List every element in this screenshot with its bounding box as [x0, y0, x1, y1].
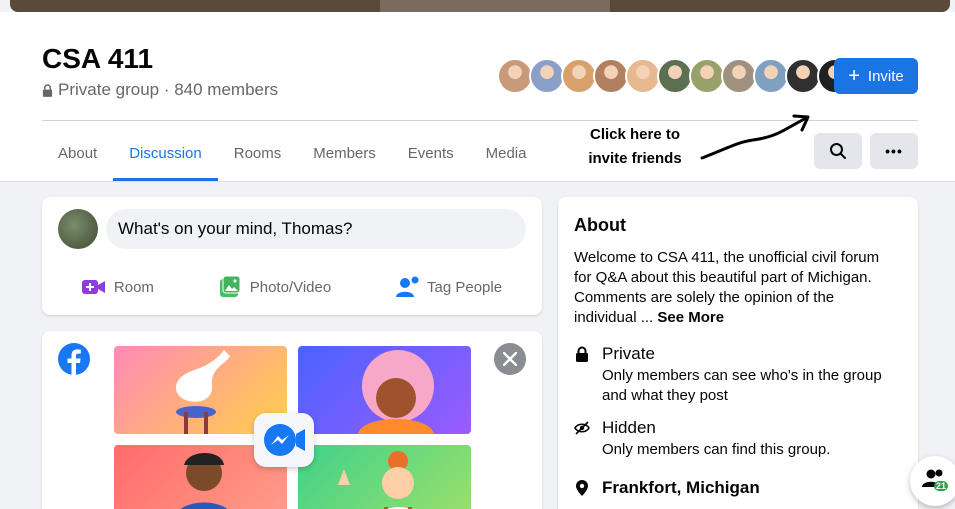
lock-icon — [576, 346, 588, 362]
privacy-title: Private — [602, 344, 655, 363]
annotation-line-1: Click here to — [589, 126, 681, 143]
member-avatars[interactable] — [497, 58, 853, 94]
about-heading: About — [574, 215, 626, 235]
member-avatar[interactable] — [785, 58, 821, 94]
about-card: About Welcome to CSA 411, the unofficial… — [558, 197, 918, 509]
annotation-arrow-icon — [700, 114, 810, 160]
group-meta: Private group · 840 members — [42, 80, 278, 100]
room-button[interactable]: Room — [81, 269, 154, 305]
member-avatar[interactable] — [625, 58, 661, 94]
close-icon — [503, 352, 517, 366]
invite-annotation: Click here to invite friends — [560, 123, 710, 171]
tab-members[interactable]: Members — [297, 125, 392, 181]
privacy-subtitle: Only members can see who's in the group … — [602, 367, 882, 404]
cover-photo — [10, 0, 950, 12]
tab-about[interactable]: About — [42, 125, 113, 181]
search-button[interactable] — [814, 133, 862, 169]
contacts-chat-button[interactable]: 21 — [910, 456, 955, 506]
more-options-button[interactable]: ••• — [870, 133, 918, 169]
promo-illustration-waving — [298, 445, 471, 509]
composer-actions: Room Photo/Video Tag People — [50, 269, 534, 305]
map-pin-icon — [576, 480, 588, 496]
visibility-title: Hidden — [602, 418, 656, 437]
online-count-badge: 21 — [934, 481, 949, 491]
photo-video-button[interactable]: Photo/Video — [218, 269, 331, 305]
promo-illustration-woman — [298, 346, 471, 434]
close-promo-button[interactable] — [494, 343, 526, 375]
facebook-logo-icon — [58, 343, 90, 375]
lock-icon — [42, 83, 53, 97]
member-avatar[interactable] — [753, 58, 789, 94]
plus-icon: + — [848, 65, 860, 87]
group-meta-text: Private group · 840 members — [58, 80, 279, 99]
member-avatar[interactable] — [561, 58, 597, 94]
member-avatar[interactable] — [529, 58, 565, 94]
composer-input[interactable]: What's on your mind, Thomas? — [106, 209, 526, 249]
member-avatar[interactable] — [657, 58, 693, 94]
see-more-link[interactable]: See More — [657, 309, 724, 326]
messenger-video-icon — [254, 413, 314, 467]
post-composer: What's on your mind, Thomas? Room Photo/… — [42, 197, 542, 315]
more-dots-icon: ••• — [885, 143, 903, 159]
room-label: Room — [113, 278, 154, 296]
eye-slash-icon — [574, 421, 590, 435]
invite-button[interactable]: + Invite — [834, 58, 918, 94]
annotation-line-2: invite friends — [588, 150, 682, 167]
tag-people-icon — [395, 275, 419, 299]
member-avatar[interactable] — [689, 58, 725, 94]
video-plus-icon — [81, 275, 106, 299]
search-icon — [830, 143, 846, 159]
about-description: Welcome to CSA 411, the unofficial civil… — [574, 248, 896, 328]
member-avatar[interactable] — [497, 58, 533, 94]
photo-icon — [218, 275, 242, 299]
invite-label: Invite — [867, 67, 904, 85]
visibility-subtitle: Only members can find this group. — [602, 441, 831, 458]
location-title[interactable]: Frankfort, Michigan — [602, 478, 760, 498]
group-header: CSA 411 Private group · 840 members + In… — [0, 12, 955, 182]
tab-media[interactable]: Media — [470, 125, 543, 181]
member-avatar[interactable] — [721, 58, 757, 94]
tab-events[interactable]: Events — [392, 125, 470, 181]
tab-discussion[interactable]: Discussion — [113, 125, 218, 181]
messenger-rooms-promo — [42, 331, 542, 509]
group-tabs: About Discussion Rooms Members Events Me… — [42, 125, 542, 181]
tag-people-button[interactable]: Tag People — [395, 269, 502, 305]
tag-people-label: Tag People — [427, 278, 503, 296]
group-title: CSA 411 — [42, 43, 154, 74]
about-description-text: Welcome to CSA 411, the unofficial civil… — [574, 249, 880, 326]
member-avatar[interactable] — [593, 58, 629, 94]
tab-rooms[interactable]: Rooms — [218, 125, 298, 181]
avatar[interactable] — [58, 209, 98, 249]
photo-video-label: Photo/Video — [249, 278, 332, 296]
